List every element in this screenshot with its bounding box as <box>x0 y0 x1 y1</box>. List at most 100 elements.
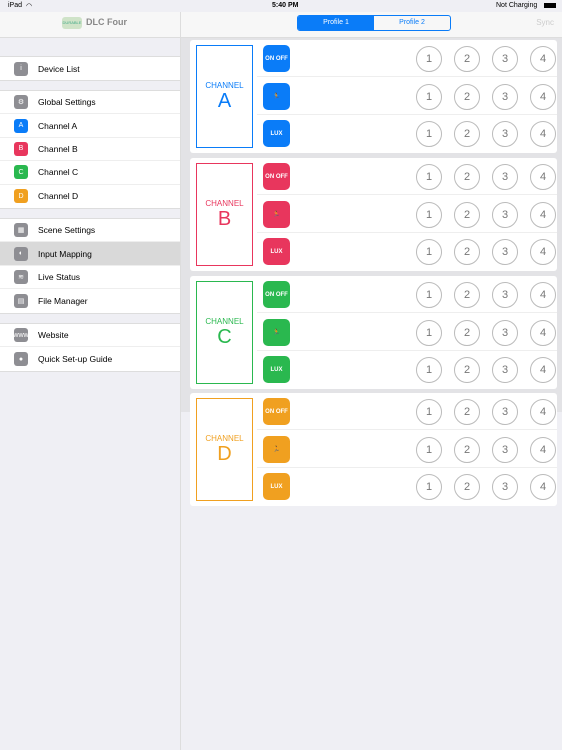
input-4-button[interactable]: 4 <box>530 201 556 228</box>
input-1-button[interactable]: 1 <box>416 239 442 265</box>
occupancy-icon: 🏃 <box>263 318 290 346</box>
sidebar-item-channel-d[interactable]: D Channel D <box>0 185 180 208</box>
input-1-button[interactable]: 1 <box>416 319 442 346</box>
input-1-button[interactable]: 1 <box>416 46 442 72</box>
sidebar-group: ▦ Scene Settings ◐ Input Mapping ≋ Live Statu… <box>0 218 180 314</box>
input-mapping-list[interactable]: CHANNEL A ON OFF 1 2 3 4 🏃 1 2 3 4 LUX 1 2 3 4 CHANNEL B ON… <box>181 38 562 506</box>
input-4-button[interactable]: 4 <box>530 121 556 147</box>
person-icon: ● <box>14 352 28 367</box>
input-1-button[interactable]: 1 <box>416 164 442 190</box>
input-2-button[interactable]: 2 <box>454 121 480 147</box>
input-4-button[interactable]: 4 <box>530 399 556 425</box>
channel-label: CHANNEL <box>205 81 244 90</box>
sidebar-item-device-list[interactable]: i Device List <box>0 57 180 80</box>
profile-2-tab[interactable]: Profile 2 <box>374 16 450 30</box>
sidebar-item-label: Live Status <box>38 271 81 282</box>
input-2-button[interactable]: 2 <box>454 399 480 425</box>
input-1-button[interactable]: 1 <box>416 399 442 425</box>
input-row-switch: ON OFF 1 2 3 4 <box>257 276 557 313</box>
sidebar-item-global-settings[interactable]: ⚙ Global Settings <box>0 91 180 115</box>
input-4-button[interactable]: 4 <box>530 474 556 500</box>
input-3-button[interactable]: 3 <box>492 46 518 72</box>
input-4-button[interactable]: 4 <box>530 319 556 346</box>
channel-label-box: CHANNEL C <box>196 281 253 384</box>
sidebar-item-file-manager[interactable]: ▤ File Manager <box>0 289 180 312</box>
sidebar-item-channel-a[interactable]: A Channel A <box>0 114 180 138</box>
app-title: DLC Four <box>86 17 127 27</box>
input-3-button[interactable]: 3 <box>492 436 518 463</box>
gear-icon: ⚙ <box>14 95 28 110</box>
input-2-button[interactable]: 2 <box>454 239 480 265</box>
input-4-button[interactable]: 4 <box>530 239 556 265</box>
sidebar-group: ⚙ Global Settings A Channel A B Channel B C Cha… <box>0 90 180 209</box>
sidebar-item-label: Channel C <box>38 167 79 178</box>
input-3-button[interactable]: 3 <box>492 357 518 383</box>
sidebar-item-input-mapping[interactable]: ◐ Input Mapping <box>0 242 180 266</box>
input-2-button[interactable]: 2 <box>454 319 480 346</box>
input-2-button[interactable]: 2 <box>454 164 480 190</box>
sidebar-item-scene-settings[interactable]: ▦ Scene Settings <box>0 219 180 243</box>
sync-button[interactable]: Sync <box>536 18 554 27</box>
input-4-button[interactable]: 4 <box>530 164 556 190</box>
input-4-button[interactable]: 4 <box>530 436 556 463</box>
occupancy-icon: 🏃 <box>263 82 290 110</box>
input-2-button[interactable]: 2 <box>454 201 480 228</box>
input-3-button[interactable]: 3 <box>492 282 518 308</box>
input-row-occupancy: 🏃 1 2 3 4 <box>257 78 557 115</box>
input-2-button[interactable]: 2 <box>454 474 480 500</box>
input-3-button[interactable]: 3 <box>492 319 518 346</box>
grid-icon: ▦ <box>14 223 28 238</box>
input-1-button[interactable]: 1 <box>416 474 442 500</box>
input-3-button[interactable]: 3 <box>492 399 518 425</box>
input-2-button[interactable]: 2 <box>454 436 480 463</box>
input-row-switch: ON OFF 1 2 3 4 <box>257 393 557 430</box>
input-1-button[interactable]: 1 <box>416 282 442 308</box>
sidebar-item-label: Channel B <box>38 143 78 154</box>
input-row-occupancy: 🏃 1 2 3 4 <box>257 196 557 233</box>
profile-1-tab[interactable]: Profile 1 <box>298 16 374 30</box>
sidebar-item-label: Quick Set-up Guide <box>38 354 113 365</box>
input-2-button[interactable]: 2 <box>454 282 480 308</box>
sidebar-item-quick-set-up-guide[interactable]: ● Quick Set-up Guide <box>0 347 180 370</box>
input-4-button[interactable]: 4 <box>530 357 556 383</box>
channel-a-icon: A <box>14 118 28 133</box>
input-3-button[interactable]: 3 <box>492 474 518 500</box>
device-name: iPad <box>8 2 23 9</box>
sidebar-item-label: Device List <box>38 63 80 74</box>
input-4-button[interactable]: 4 <box>530 83 556 110</box>
input-3-button[interactable]: 3 <box>492 239 518 265</box>
channel-label-box: CHANNEL D <box>196 398 253 501</box>
input-1-button[interactable]: 1 <box>416 357 442 383</box>
sidebar-item-channel-b[interactable]: B Channel B <box>0 138 180 162</box>
input-row-occupancy: 🏃 1 2 3 4 <box>257 314 557 351</box>
switch-icon: ON OFF <box>263 45 290 72</box>
sidebar-item-channel-c[interactable]: C Channel C <box>0 161 180 185</box>
input-3-button[interactable]: 3 <box>492 164 518 190</box>
sidebar-group: www Website ● Quick Set-up Guide <box>0 323 180 372</box>
channel-label: CHANNEL <box>205 199 244 208</box>
occupancy-icon: 🏃 <box>263 200 290 228</box>
input-4-button[interactable]: 4 <box>530 282 556 308</box>
sidebar-item-live-status[interactable]: ≋ Live Status <box>0 266 180 290</box>
input-4-button[interactable]: 4 <box>530 46 556 72</box>
input-row-switch: ON OFF 1 2 3 4 <box>257 158 557 195</box>
profile-segmented-control[interactable]: Profile 1 Profile 2 <box>297 15 451 31</box>
file-icon: ▤ <box>14 293 28 308</box>
wifi-icon: ≋ <box>14 269 28 284</box>
input-1-button[interactable]: 1 <box>416 436 442 463</box>
input-1-button[interactable]: 1 <box>416 201 442 228</box>
wifi-icon: ◠ <box>26 3 33 10</box>
channel-letter: C <box>217 326 232 348</box>
input-3-button[interactable]: 3 <box>492 121 518 147</box>
input-2-button[interactable]: 2 <box>454 46 480 72</box>
input-2-button[interactable]: 2 <box>454 357 480 383</box>
channel-d-icon: D <box>14 189 28 204</box>
input-1-button[interactable]: 1 <box>416 121 442 147</box>
input-2-button[interactable]: 2 <box>454 83 480 110</box>
sidebar-item-website[interactable]: www Website <box>0 324 180 348</box>
input-3-button[interactable]: 3 <box>492 83 518 110</box>
sidebar-item-label: Website <box>38 330 69 341</box>
input-row-lux: LUX 1 2 3 4 <box>257 468 557 505</box>
input-1-button[interactable]: 1 <box>416 83 442 110</box>
input-3-button[interactable]: 3 <box>492 201 518 228</box>
